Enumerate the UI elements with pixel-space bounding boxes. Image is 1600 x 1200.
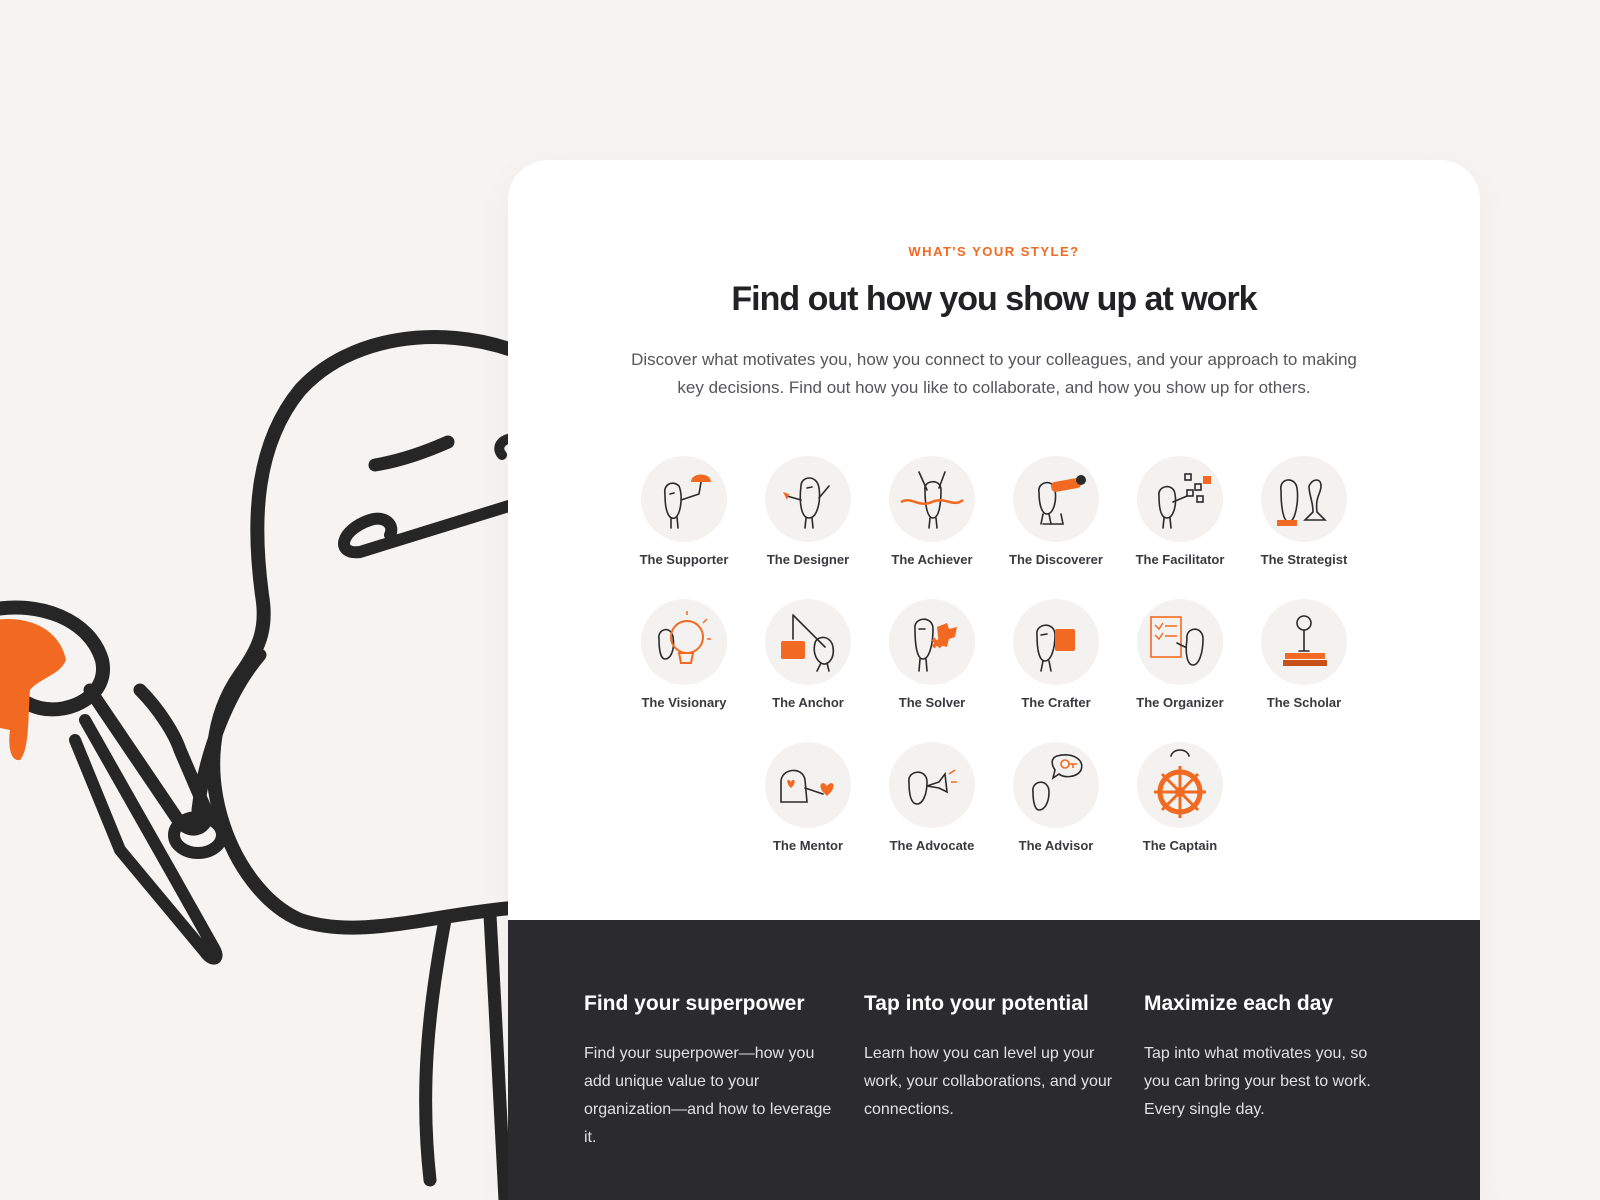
personality-label: The Anchor xyxy=(772,695,844,710)
personality-advisor[interactable]: The Advisor xyxy=(994,742,1118,885)
anchor-rope-character-icon xyxy=(765,599,851,685)
feature-potential: Tap into your potential Learn how you ca… xyxy=(864,992,1116,1124)
personality-label: The Designer xyxy=(766,552,850,567)
personality-crafter[interactable]: The Crafter xyxy=(994,599,1118,742)
personality-mentor[interactable]: The Mentor xyxy=(746,742,870,885)
personality-label: The Mentor xyxy=(772,838,844,853)
personality-label: The Visionary xyxy=(641,695,727,710)
paintbrush-mascot-illustration xyxy=(0,330,519,1200)
personality-row: The Mentor The Advocate The Advisor The … xyxy=(508,742,1480,885)
checklist-character-icon xyxy=(1137,599,1223,685)
ship-wheel-character-icon xyxy=(1137,742,1223,828)
feature-superpower: Find your superpower Find your superpowe… xyxy=(584,992,836,1152)
personality-solver[interactable]: The Solver xyxy=(870,599,994,742)
personality-scholar[interactable]: The Scholar xyxy=(1242,599,1366,742)
personality-label: The Achiever xyxy=(891,552,973,567)
speech-bubble-key-character-icon xyxy=(1013,742,1099,828)
personality-achiever[interactable]: The Achiever xyxy=(870,456,994,599)
personality-anchor[interactable]: The Anchor xyxy=(746,599,870,742)
personality-facilitator[interactable]: The Facilitator xyxy=(1118,456,1242,599)
megaphone-character-icon xyxy=(889,742,975,828)
feature-title: Maximize each day xyxy=(1144,992,1334,1015)
feature-body: Tap into what motivates you, so you can … xyxy=(1144,1045,1371,1118)
hearts-character-icon xyxy=(765,742,851,828)
personality-label: The Facilitator xyxy=(1135,552,1225,567)
personality-label: The Advocate xyxy=(889,838,975,853)
personality-supporter[interactable]: The Supporter xyxy=(622,456,746,599)
personality-strategist[interactable]: The Strategist xyxy=(1242,456,1366,599)
personality-organizer[interactable]: The Organizer xyxy=(1118,599,1242,742)
personality-row: The Visionary The Anchor The Solver The … xyxy=(508,599,1480,742)
personality-label: The Crafter xyxy=(1021,695,1091,710)
personality-row: The Supporter The Designer The Achiever … xyxy=(508,456,1480,599)
personality-label: The Scholar xyxy=(1266,695,1342,710)
personality-label: The Discoverer xyxy=(1009,552,1103,567)
section-title: Find out how you show up at work xyxy=(731,280,1257,318)
feature-title: Find your superpower xyxy=(584,992,805,1015)
cutting-board-character-icon xyxy=(1013,599,1099,685)
puzzle-piece-character-icon xyxy=(889,599,975,685)
personality-label: The Advisor xyxy=(1018,838,1094,853)
personality-label: The Captain xyxy=(1142,838,1218,853)
section-description: Discover what motivates you, how you con… xyxy=(631,350,1357,397)
feature-body: Learn how you can level up your work, yo… xyxy=(864,1045,1113,1118)
sticky-notes-character-icon xyxy=(1137,456,1223,542)
personality-designer[interactable]: The Designer xyxy=(746,456,870,599)
personality-grid: The Supporter The Designer The Achiever … xyxy=(508,456,1480,885)
personality-advocate[interactable]: The Advocate xyxy=(870,742,994,885)
personality-discoverer[interactable]: The Discoverer xyxy=(994,456,1118,599)
personality-card: WHAT'S YOUR STYLE? Find out how you show… xyxy=(508,160,1480,1200)
personality-label: The Organizer xyxy=(1136,695,1224,710)
personality-label: The Strategist xyxy=(1260,552,1348,567)
personality-captain[interactable]: The Captain xyxy=(1118,742,1242,885)
paintbrush-character-icon xyxy=(765,456,851,542)
feature-each-day: Maximize each day Tap into what motivate… xyxy=(1144,992,1396,1124)
personality-label: The Solver xyxy=(898,695,966,710)
chess-piece-character-icon xyxy=(1261,456,1347,542)
section-eyebrow: WHAT'S YOUR STYLE? xyxy=(908,244,1080,259)
lightbulb-character-icon xyxy=(641,599,727,685)
feature-title: Tap into your potential xyxy=(864,992,1089,1015)
feature-body: Find your superpower—how you add unique … xyxy=(584,1045,832,1146)
features-panel: Find your superpower Find your superpowe… xyxy=(508,920,1480,1200)
personality-label: The Supporter xyxy=(639,552,729,567)
finish-line-character-icon xyxy=(889,456,975,542)
personality-visionary[interactable]: The Visionary xyxy=(622,599,746,742)
books-character-icon xyxy=(1261,599,1347,685)
umbrella-character-icon xyxy=(641,456,727,542)
telescope-character-icon xyxy=(1013,456,1099,542)
